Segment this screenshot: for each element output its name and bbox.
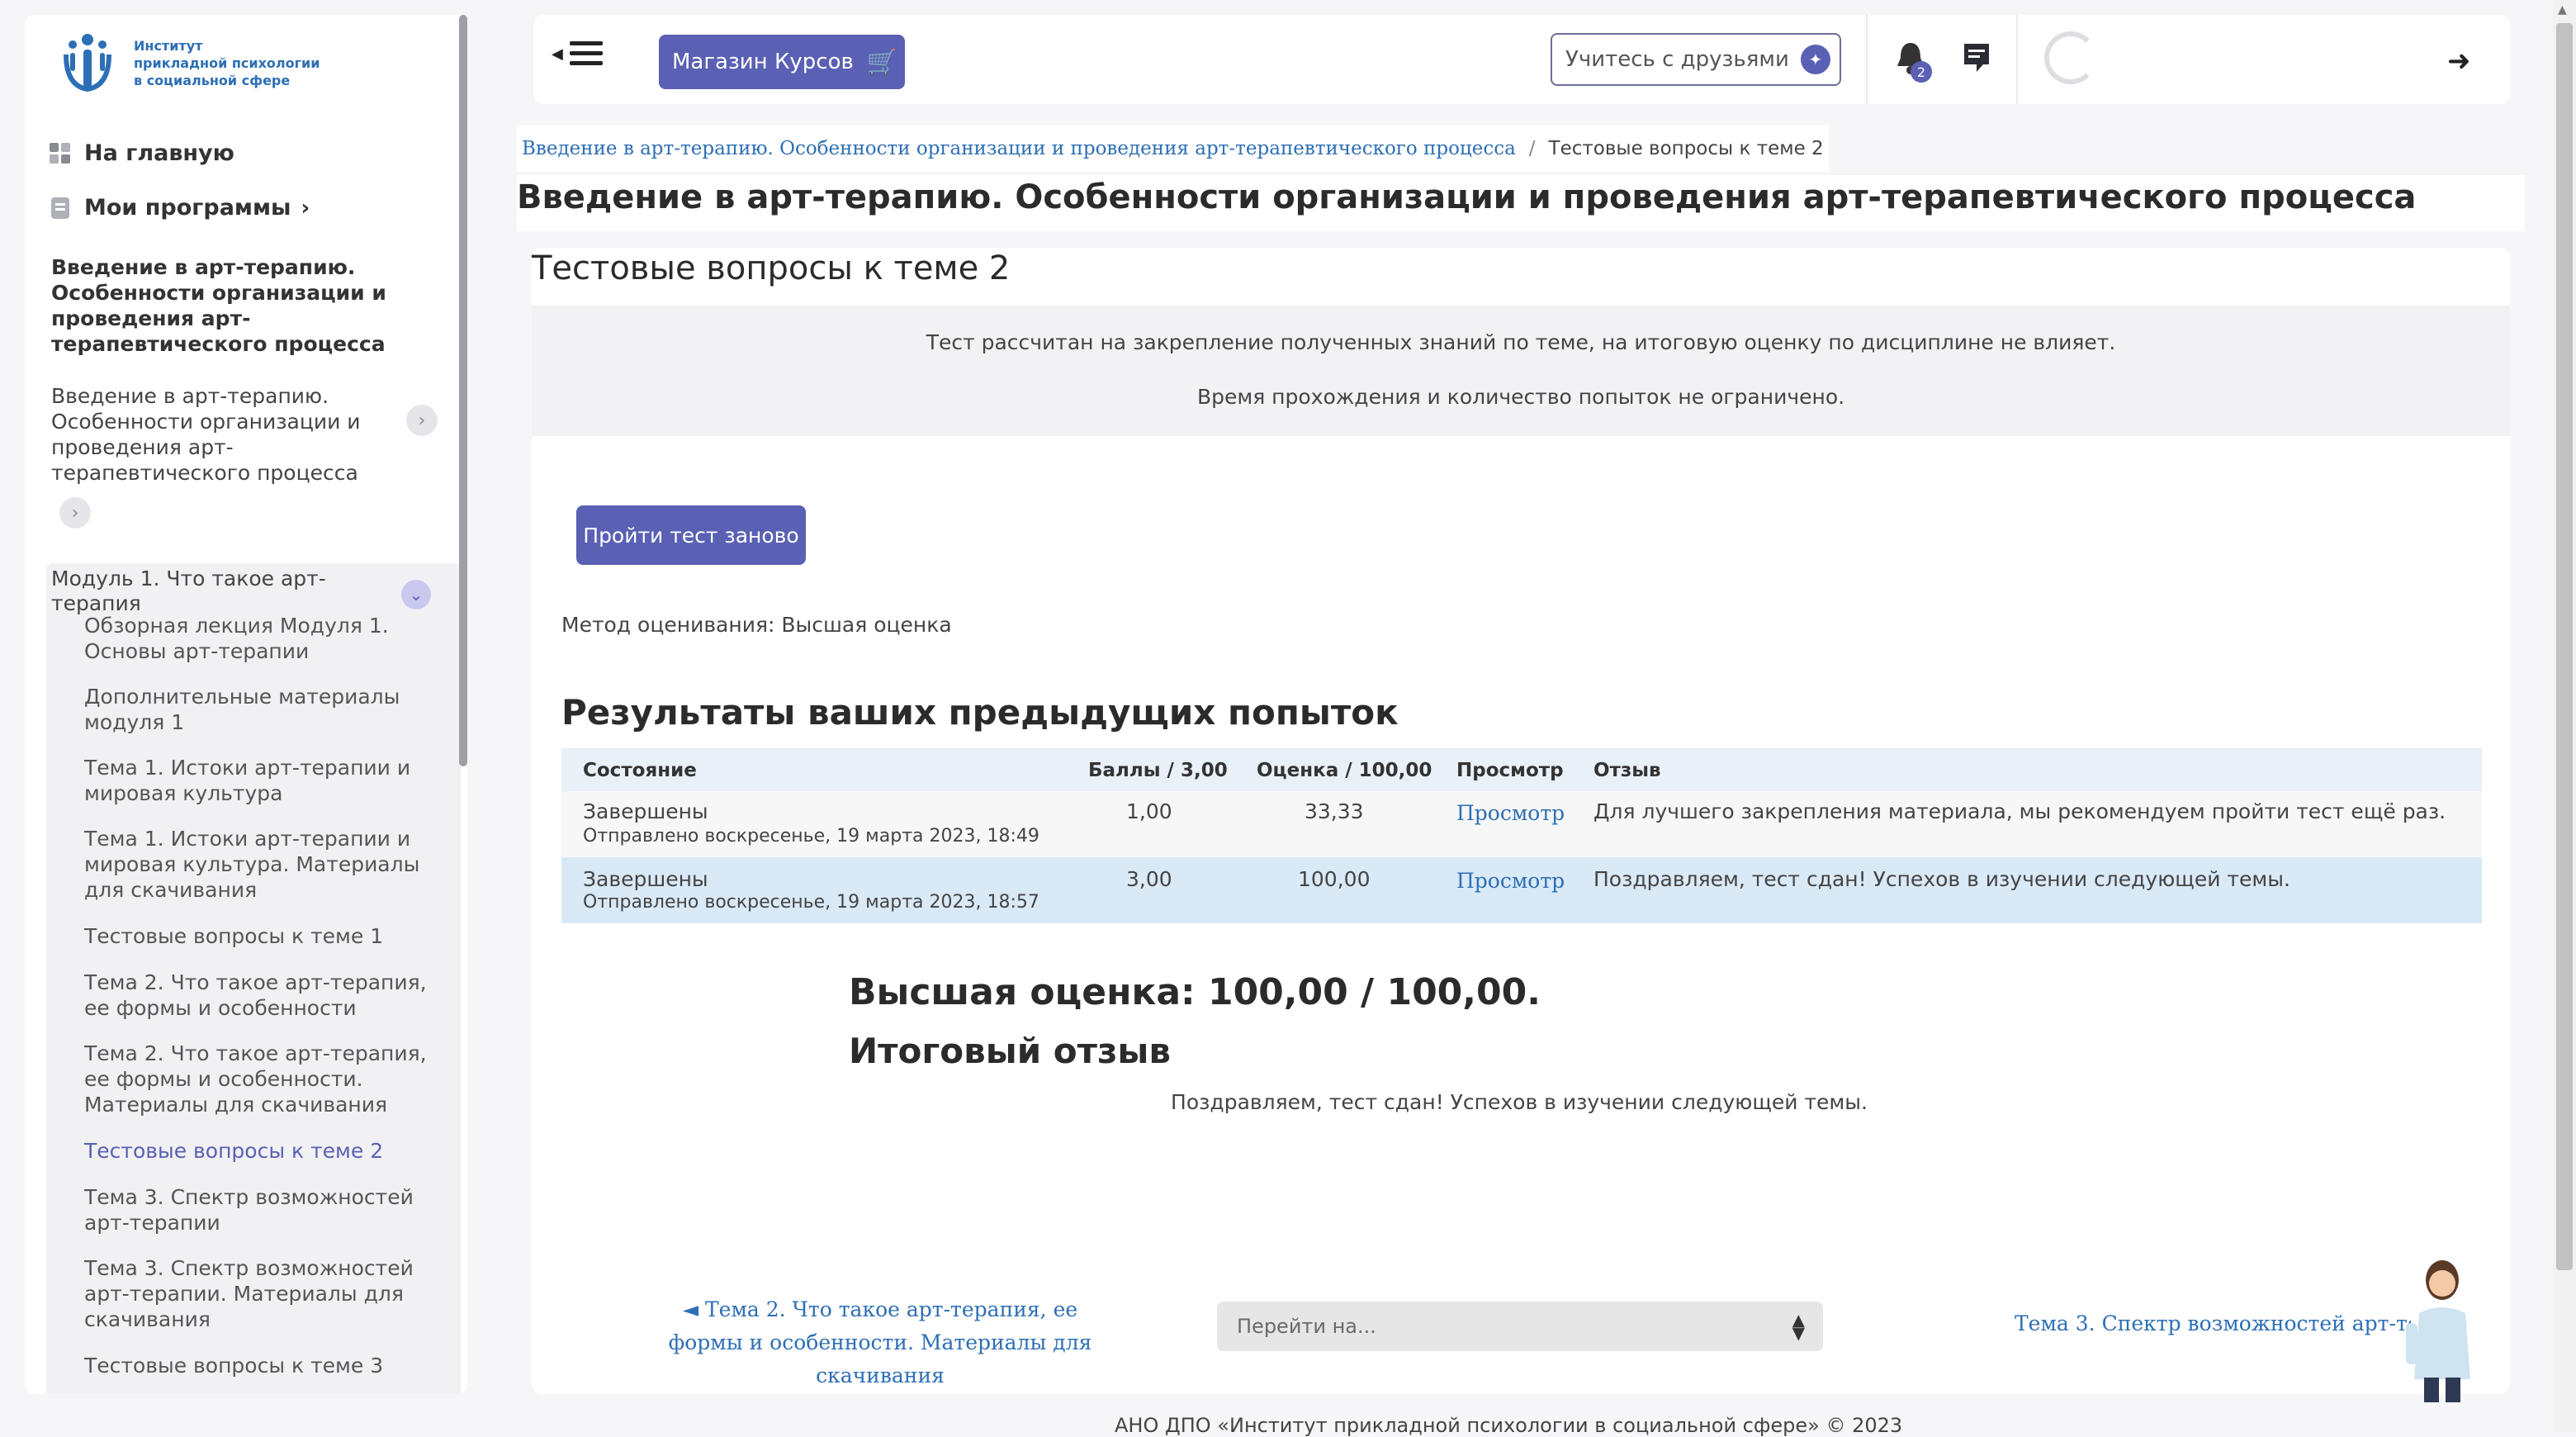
attempt-grade: 33,33: [1305, 799, 1364, 823]
column-header: Баллы / 3,00: [1088, 760, 1228, 781]
cart-icon: 🛒: [866, 47, 898, 77]
attempt-state: Завершены: [583, 867, 708, 891]
messages-icon[interactable]: [1962, 41, 1991, 74]
grading-method: Метод оценивания: Высшая оценка: [561, 613, 952, 637]
divider: [1866, 15, 1868, 104]
logout-icon[interactable]: ➜: [2447, 45, 2471, 78]
best-grade: Высшая оценка: 100,00 / 100,00.: [849, 971, 1541, 1013]
module-item[interactable]: Тестовые вопросы к теме 3: [84, 1353, 431, 1378]
expand-chevron-icon[interactable]: ›: [59, 497, 91, 529]
quiz-intro-line: Тест рассчитан на закрепление полученных…: [926, 330, 2116, 354]
sidebar-scrollbar[interactable]: [459, 15, 467, 766]
friends-label: Учитесь с друзьями: [1565, 47, 1789, 72]
module-item[interactable]: Обзорная лекция Модуля 1. Основы арт-тер…: [84, 613, 431, 664]
retake-quiz-button[interactable]: Пройти тест заново: [576, 505, 806, 565]
table-row: Завершены Отправлено воскресенье, 19 мар…: [561, 791, 2482, 857]
handshake-icon: ✦: [1800, 45, 1830, 74]
breadcrumb-course-link[interactable]: Введение в арт-терапию. Особенности орга…: [522, 138, 1516, 159]
module-item[interactable]: Дополнительные материалы модуля 1: [84, 684, 431, 735]
module-item[interactable]: Тема 2. Что такое арт-терапия, ее формы …: [84, 1041, 431, 1117]
nav-home[interactable]: На главную: [48, 140, 234, 166]
user-avatar-loading[interactable]: [2044, 31, 2097, 84]
logo-line: в социальной сфере: [134, 72, 291, 88]
notifications-button[interactable]: 2: [1894, 40, 1932, 83]
divider: [2016, 15, 2018, 104]
column-header: Просмотр: [1456, 760, 1564, 781]
institute-logo-icon: [64, 34, 111, 92]
results-heading: Результаты ваших предыдущих попыток: [561, 692, 1399, 733]
notification-count-badge: 2: [1911, 61, 1932, 83]
review-link[interactable]: Просмотр: [1456, 801, 1565, 825]
logo-line: Институт: [134, 37, 203, 54]
table-row: Завершены Отправлено воскресенье, 19 мар…: [561, 857, 2482, 923]
attempts-table: Состояние Баллы / 3,00 Оценка / 100,00 П…: [561, 748, 2482, 923]
final-feedback-heading: Итоговый отзыв: [849, 1031, 1171, 1071]
page-title: Введение в арт-терапию. Особенности орга…: [517, 178, 2417, 216]
attempt-points: 1,00: [1126, 799, 1172, 823]
module-item[interactable]: Тема 2. Что такое арт-терапия, ее формы …: [84, 970, 431, 1021]
attempt-grade: 100,00: [1298, 867, 1371, 891]
attempt-feedback: Для лучшего закрепления материала, мы ре…: [1593, 799, 2446, 823]
breadcrumb-separator: /: [1528, 138, 1536, 159]
caret-left-icon: ◀: [552, 45, 563, 63]
course-title[interactable]: Введение в арт-терапию. Особенности орга…: [51, 254, 431, 357]
module-item[interactable]: Тема 1. Истоки арт-терапии и мировая кул…: [84, 755, 431, 806]
sidebar: Институт прикладной психологии в социаль…: [25, 15, 467, 1394]
table-header-row: Состояние Баллы / 3,00 Оценка / 100,00 П…: [561, 748, 2482, 791]
column-header: Отзыв: [1593, 760, 1661, 781]
dashboard-icon: [50, 142, 70, 164]
logo[interactable]: Институт прикладной психологии в социаль…: [54, 31, 320, 94]
previous-activity-link[interactable]: ◄ Тема 2. Что такое арт-терапия, ее форм…: [649, 1293, 1111, 1392]
course-shop-button[interactable]: Магазин Курсов 🛒: [659, 35, 905, 89]
hamburger-icon: [569, 41, 603, 65]
next-activity-link[interactable]: Тема 3. Спектр возможностей арт-терапии …: [2015, 1311, 2411, 1335]
column-header: Состояние: [583, 760, 697, 781]
module-1-title[interactable]: Модуль 1. Что такое арт-терапия: [51, 567, 381, 616]
breadcrumb: Введение в арт-терапию. Особенности орга…: [517, 126, 1829, 172]
attempt-submitted: Отправлено воскресенье, 19 марта 2023, 1…: [583, 892, 1039, 913]
select-arrows-icon: ▲ ▼: [1792, 1310, 1805, 1343]
sidebar-toggle-button[interactable]: ◀: [552, 40, 603, 68]
module-item[interactable]: Тема 3. Спектр возможностей арт-терапии.…: [84, 1255, 431, 1332]
shop-label: Магазин Курсов: [672, 50, 854, 74]
module-item[interactable]: Тема 3. Спектр возможностей арт-терапии: [84, 1184, 431, 1235]
logo-text: Институт прикладной психологии в социаль…: [134, 37, 320, 89]
topbar: ◀ Магазин Курсов 🛒 Учитесь с друзьями ✦ …: [533, 15, 2510, 104]
course-section-link[interactable]: Введение в арт-терапию. Особенности орга…: [51, 383, 398, 486]
column-header: Оценка / 100,00: [1257, 760, 1432, 781]
expand-chevron-icon[interactable]: ›: [406, 405, 438, 436]
assistant-mascot-icon[interactable]: [2399, 1255, 2485, 1404]
nav-home-label: На главную: [84, 140, 234, 166]
final-feedback-text: Поздравляем, тест сдан! Успехов в изучен…: [1171, 1090, 1868, 1114]
footer-copyright: АНО ДПО «Институт прикладной психологии …: [1115, 1414, 1903, 1437]
nav-my-programs[interactable]: Мои программы ›: [48, 195, 310, 221]
chevron-right-icon: ›: [301, 195, 310, 221]
logo-line: прикладной психологии: [134, 55, 320, 71]
quiz-intro: [532, 306, 2510, 436]
attempt-state: Завершены: [583, 799, 708, 823]
page-scrollbar-thumb[interactable]: [2556, 23, 2573, 1270]
attempt-feedback: Поздравляем, тест сдан! Успехов в изучен…: [1593, 867, 2290, 891]
nav-my-programs-label: Мои программы: [84, 195, 291, 221]
jump-to-select[interactable]: Перейти на... ▲ ▼: [1217, 1302, 1823, 1351]
attempt-submitted: Отправлено воскресенье, 19 марта 2023, 1…: [583, 826, 1039, 847]
attempt-points: 3,00: [1126, 867, 1172, 891]
scroll-up-icon[interactable]: ▲: [2558, 3, 2567, 17]
collapse-chevron-icon[interactable]: ⌄: [401, 580, 431, 609]
review-link[interactable]: Просмотр: [1456, 869, 1565, 893]
breadcrumb-current: Тестовые вопросы к теме 2: [1548, 138, 1824, 159]
quiz-intro-line: Время прохождения и количество попыток н…: [1196, 385, 1845, 409]
document-icon: [51, 197, 69, 219]
quiz-title: Тестовые вопросы к теме 2: [532, 249, 1011, 287]
jump-to-placeholder: Перейти на...: [1237, 1315, 1376, 1338]
module-item-active[interactable]: Тестовые вопросы к теме 2: [84, 1138, 431, 1164]
module-item[interactable]: Тема 1. Истоки арт-терапии и мировая кул…: [84, 826, 431, 903]
module-item[interactable]: Тестовые вопросы к теме 1: [84, 923, 431, 949]
learn-with-friends-button[interactable]: Учитесь с друзьями ✦: [1551, 33, 1841, 86]
